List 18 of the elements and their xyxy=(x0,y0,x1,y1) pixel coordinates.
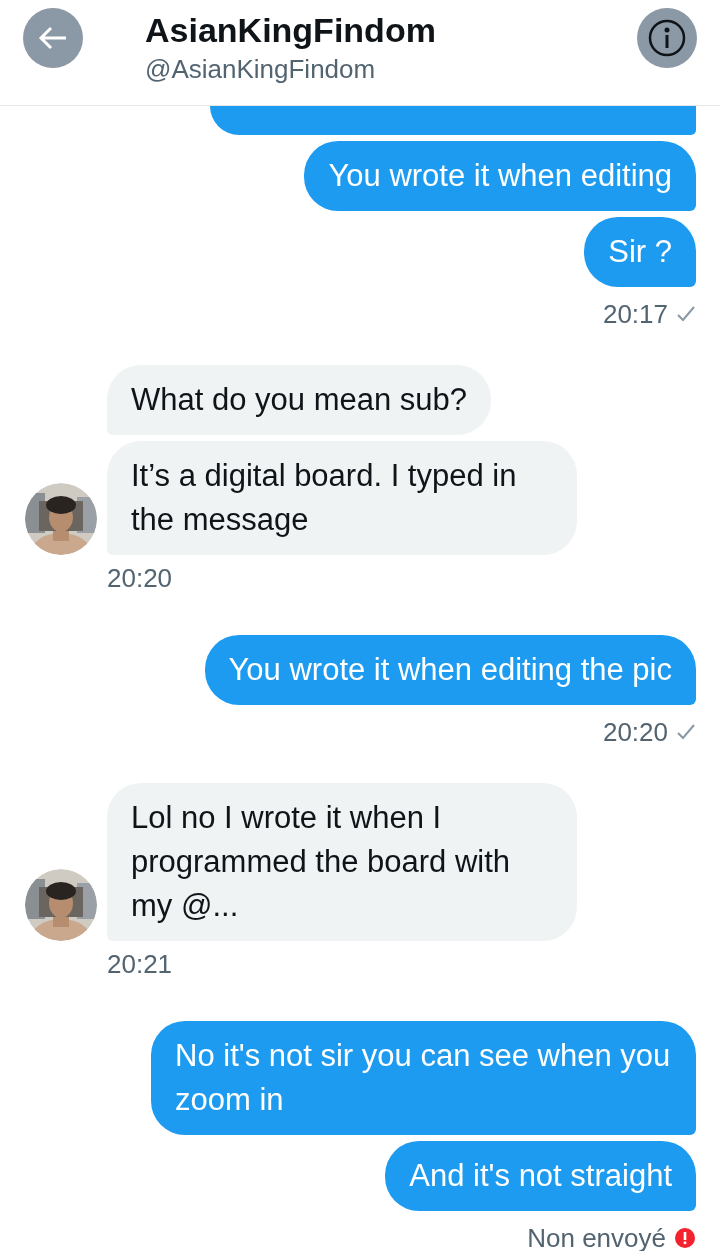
profile-handle: @AsianKingFindom xyxy=(145,53,377,86)
back-button[interactable] xyxy=(23,8,83,68)
info-icon xyxy=(647,18,687,58)
message-time: 20:20 xyxy=(107,563,174,593)
message-bubble: You wrote it when editing xyxy=(304,141,696,211)
message-bubble: You wrote it when editing the pic xyxy=(204,635,696,705)
back-arrow-icon xyxy=(38,25,68,51)
profile-name: AsianKingFindom xyxy=(145,10,437,51)
message-bubble: No it's not sir you can see when you zoom in xyxy=(151,1021,696,1135)
message-time: 20:20 xyxy=(602,717,668,747)
message-bubble: Sir ? xyxy=(584,217,696,287)
message-bubble: Lol no I wrote it when I programmed the board with my @... xyxy=(107,783,577,941)
message-bubble: What do you mean sub? xyxy=(107,365,492,435)
message-bubble: And it's not straight xyxy=(385,1141,696,1211)
info-button[interactable] xyxy=(637,8,697,68)
message-bubble: It’s a digital board. I typed in the message xyxy=(107,441,577,555)
message-time: 20:17 xyxy=(602,299,668,329)
message-time: 20:21 xyxy=(107,949,174,979)
